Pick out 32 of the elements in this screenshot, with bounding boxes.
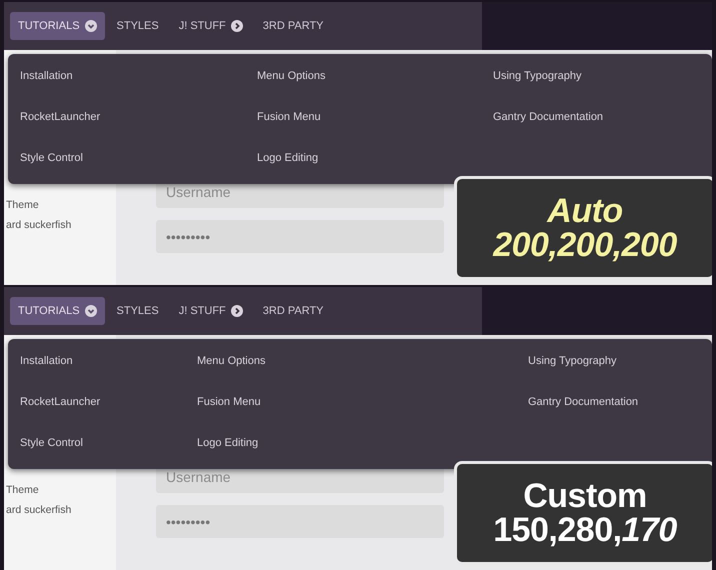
menu-tab[interactable]: 3RD PARTY [254, 296, 332, 326]
dropdown-item[interactable]: Using Typography [528, 349, 712, 390]
menu-tab[interactable]: 3RD PARTY [254, 12, 332, 40]
dropdown-item[interactable]: Menu Options [257, 64, 493, 105]
sidebar-text: Theme [5, 483, 40, 498]
chevron-down-icon [84, 305, 97, 317]
menu-tab[interactable]: TUTORIALS [10, 12, 105, 40]
caption-text: 150,280,170 [493, 513, 677, 547]
dropdown-item[interactable]: Fusion Menu [257, 105, 493, 146]
dropdown-item[interactable]: Using Typography [493, 64, 712, 105]
chevron-right-icon [230, 20, 243, 32]
dropdown-item[interactable]: RocketLauncher [20, 105, 257, 146]
menu-tab[interactable]: J! STUFF [170, 296, 251, 326]
chevron-down-icon [84, 20, 97, 32]
sidebar-text: Theme [5, 198, 40, 213]
dropdown-item[interactable]: Fusion Menu [197, 390, 528, 431]
dropdown-item[interactable]: Installation [20, 64, 257, 105]
menu-tab[interactable]: STYLES [108, 296, 167, 326]
caption-text: Auto [547, 194, 623, 228]
menu-tab[interactable]: TUTORIALS [10, 296, 105, 326]
dropdown-item[interactable]: RocketLauncher [20, 390, 197, 431]
chevron-right-icon [230, 305, 243, 317]
sidebar-text: ard suckerfish [5, 502, 72, 518]
caption-text: Custom [523, 479, 647, 513]
sidebar-text: ard suckerfish [5, 218, 72, 233]
dropdown-item[interactable]: Installation [20, 349, 197, 390]
dropdown-item[interactable]: Gantry Documentation [528, 390, 712, 431]
caption-text: 200,200,200 [493, 228, 677, 262]
dropdown-item[interactable]: Gantry Documentation [493, 105, 712, 146]
menu-tab[interactable]: J! STUFF [170, 12, 251, 40]
dropdown-item[interactable]: Menu Options [197, 349, 528, 390]
menu-tab[interactable]: STYLES [108, 12, 167, 40]
